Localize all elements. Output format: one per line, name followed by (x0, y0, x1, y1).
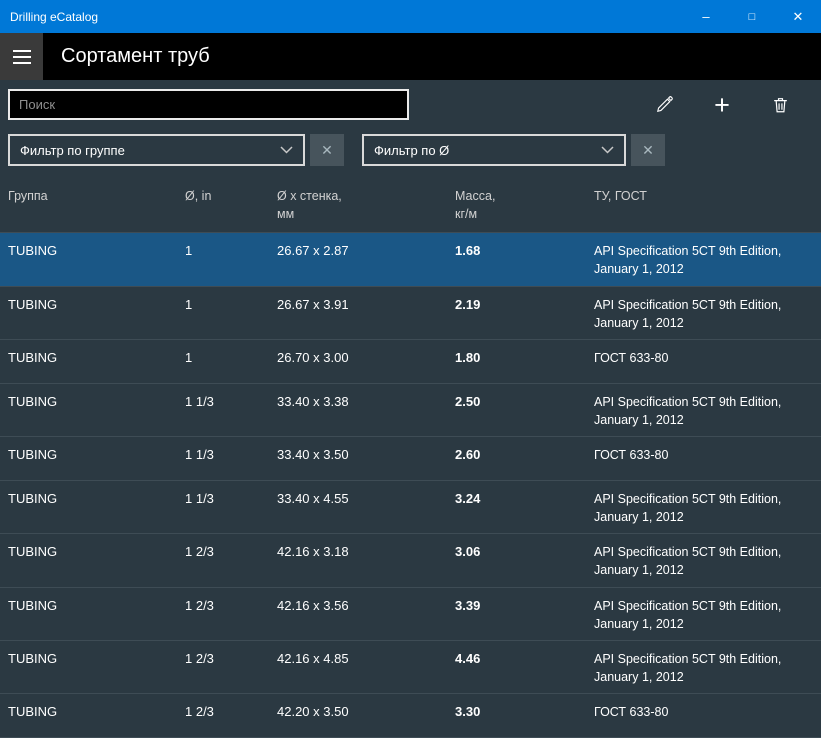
cell-group: TUBING (8, 243, 58, 259)
table-row[interactable]: TUBING 1 1/3 33.40 x 3.38 2.50 API Speci… (0, 384, 821, 437)
title-bar: Drilling eCatalog – □ ✕ (0, 0, 821, 33)
cell-diameter: 1 1/3 (185, 393, 214, 409)
table-row[interactable]: TUBING 1 26.67 x 2.87 1.68 API Specifica… (0, 233, 821, 287)
cell-diameter: 1 1/3 (185, 447, 214, 462)
cell-group: TUBING (8, 704, 58, 719)
cell-mass: 2.60 (455, 447, 481, 462)
maximize-button[interactable]: □ (729, 0, 775, 33)
cell-mass: 3.30 (455, 704, 481, 719)
pencil-icon (655, 95, 674, 114)
cell-group: TUBING (8, 296, 58, 312)
cell-size: 42.16 x 3.18 (277, 544, 349, 560)
table-row[interactable]: TUBING 1 26.70 x 3.00 1.80 ГОСТ 633-80 (0, 340, 821, 384)
cell-mass: 2.50 (455, 393, 481, 409)
cell-diameter: 1 1/3 (185, 491, 214, 506)
clear-group-filter-button[interactable]: ✕ (310, 134, 344, 166)
cell-standard: API Specification 5CT 9th Edition, Janua… (594, 651, 782, 684)
table-row[interactable]: TUBING 1 26.67 x 3.91 2.19 API Specifica… (0, 287, 821, 340)
cell-standard: ГОСТ 633-80 (594, 350, 669, 365)
column-header-size: Ø x стенка, мм (277, 189, 342, 222)
minimize-button[interactable]: – (683, 0, 729, 33)
column-header-diameter: Ø, in (185, 189, 212, 203)
chevron-down-icon (601, 146, 614, 154)
cell-diameter: 1 2/3 (185, 650, 214, 666)
cell-standard: API Specification 5CT 9th Edition, Janua… (594, 598, 782, 631)
table-row[interactable]: TUBING 1 2/3 42.16 x 4.85 4.46 API Speci… (0, 641, 821, 694)
cell-mass: 3.39 (455, 597, 481, 613)
cell-diameter: 1 (185, 243, 193, 259)
delete-button[interactable] (769, 94, 791, 116)
column-header-mass: Масса, кг/м (455, 189, 496, 222)
edit-button[interactable] (653, 94, 675, 116)
cell-group: TUBING (8, 349, 58, 365)
close-icon: ✕ (642, 141, 654, 158)
cell-diameter: 1 2/3 (185, 544, 214, 560)
cell-standard: ГОСТ 633-80 (594, 705, 669, 719)
cell-mass: 3.24 (455, 491, 481, 506)
cell-size: 33.40 x 4.55 (277, 491, 349, 506)
trash-icon (771, 95, 790, 115)
cell-standard: API Specification 5CT 9th Edition, Janua… (594, 545, 782, 578)
table-row[interactable]: TUBING 1 2/3 42.16 x 3.56 3.39 API Speci… (0, 588, 821, 641)
cell-standard: API Specification 5CT 9th Edition, Janua… (594, 394, 782, 427)
table-row[interactable]: TUBING 1 2/3 42.20 x 3.50 3.30 ГОСТ 633-… (0, 694, 821, 738)
table-row[interactable]: TUBING 1 1/3 33.40 x 4.55 3.24 API Speci… (0, 481, 821, 535)
search-row: + (0, 80, 821, 128)
cell-size: 33.40 x 3.38 (277, 393, 349, 409)
cell-standard: API Specification 5CT 9th Edition, Janua… (594, 244, 782, 277)
filter-group-label: Фильтр по группе (20, 142, 125, 158)
cell-mass: 4.46 (455, 650, 481, 666)
cell-group: TUBING (8, 447, 58, 462)
cell-mass: 1.80 (455, 349, 481, 365)
table-row[interactable]: TUBING 1 1/3 33.40 x 3.50 2.60 ГОСТ 633-… (0, 437, 821, 481)
cell-size: 26.67 x 2.87 (277, 243, 349, 259)
cell-size: 42.16 x 4.85 (277, 650, 349, 666)
table-body: TUBING 1 26.67 x 2.87 1.68 API Specifica… (0, 233, 821, 738)
table-row[interactable]: TUBING 1 2/3 42.16 x 3.18 3.06 API Speci… (0, 534, 821, 588)
toolbar: + (653, 89, 813, 120)
app-bar: Сортамент труб (0, 33, 821, 80)
cell-diameter: 1 2/3 (185, 597, 214, 613)
filter-diameter-label: Фильтр по Ø (374, 142, 450, 158)
close-button[interactable]: ✕ (775, 0, 821, 33)
plus-icon: + (714, 89, 730, 120)
cell-mass: 1.68 (455, 243, 481, 259)
cell-group: TUBING (8, 393, 58, 409)
column-header-group: Группа (8, 189, 48, 203)
cell-group: TUBING (8, 491, 58, 506)
cell-mass: 3.06 (455, 544, 481, 560)
chevron-down-icon (280, 146, 293, 154)
add-button[interactable]: + (711, 89, 733, 120)
filter-diameter-dropdown[interactable]: Фильтр по Ø (362, 134, 626, 166)
search-input[interactable] (8, 89, 409, 120)
window-controls: – □ ✕ (683, 0, 821, 33)
filter-row: Фильтр по группе ✕ Фильтр по Ø ✕ (0, 128, 821, 176)
filter-group-dropdown[interactable]: Фильтр по группе (8, 134, 305, 166)
column-header-standard: ТУ, ГОСТ (594, 189, 647, 203)
cell-size: 42.16 x 3.56 (277, 597, 349, 613)
page-title: Сортамент труб (61, 45, 210, 67)
cell-size: 26.70 x 3.00 (277, 349, 349, 365)
cell-size: 33.40 x 3.50 (277, 447, 349, 462)
cell-size: 42.20 x 3.50 (277, 704, 349, 719)
cell-standard: API Specification 5CT 9th Edition, Janua… (594, 492, 782, 525)
clear-diameter-filter-button[interactable]: ✕ (631, 134, 665, 166)
window-title: Drilling eCatalog (10, 9, 99, 24)
cell-mass: 2.19 (455, 296, 481, 312)
cell-group: TUBING (8, 650, 58, 666)
cell-standard: ГОСТ 633-80 (594, 448, 669, 462)
hamburger-menu-button[interactable] (0, 33, 43, 80)
cell-diameter: 1 2/3 (185, 704, 214, 719)
cell-diameter: 1 (185, 296, 193, 312)
hamburger-icon (12, 49, 31, 52)
cell-diameter: 1 (185, 349, 193, 365)
cell-group: TUBING (8, 597, 58, 613)
close-icon: ✕ (321, 141, 333, 158)
cell-standard: API Specification 5CT 9th Edition, Janua… (594, 297, 782, 330)
cell-size: 26.67 x 3.91 (277, 296, 349, 312)
table-header: Группа Ø, in Ø x стенка, мм Масса, кг/м … (0, 176, 821, 234)
cell-group: TUBING (8, 544, 58, 560)
